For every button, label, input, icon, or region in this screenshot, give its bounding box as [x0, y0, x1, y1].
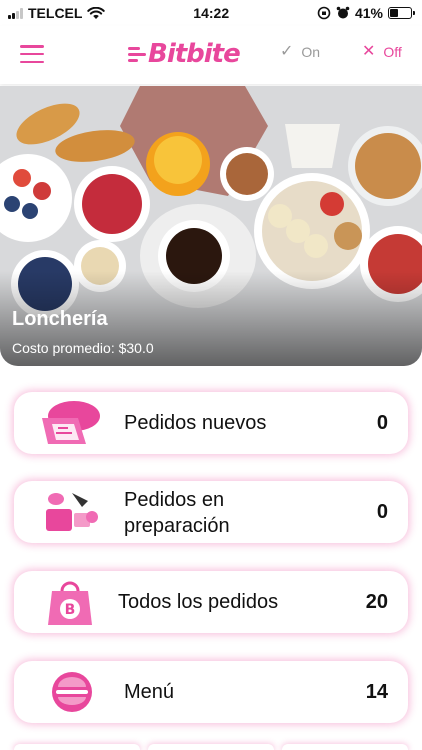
menu-card[interactable]: Menú 14: [14, 661, 408, 723]
next-cards-peek: [0, 744, 422, 750]
orders-in-preparation-label: Pedidos en preparación: [124, 489, 230, 537]
alarm-icon: [336, 6, 350, 19]
status-bar: TELCEL 14:22 41%: [0, 0, 422, 26]
toggle-off-button[interactable]: ✕ Off: [362, 43, 402, 61]
new-orders-label: Pedidos nuevos: [124, 412, 267, 434]
carrier-name: TELCEL: [28, 5, 83, 21]
svg-text:B: B: [65, 602, 76, 618]
hamburger-menu-icon[interactable]: [20, 45, 44, 63]
menu-burger-icon: [52, 672, 92, 712]
new-orders-card[interactable]: Pedidos nuevos 0: [14, 392, 408, 454]
app-header: Bitbite ✓ On ✕ Off: [0, 26, 422, 84]
battery-level: [389, 9, 399, 17]
check-icon: ✓: [280, 43, 294, 60]
new-orders-count: 0: [376, 411, 388, 434]
menu-count: 14: [365, 680, 388, 703]
app-logo: Bitbite: [128, 38, 241, 70]
close-icon: ✕: [362, 43, 376, 60]
toggle-on-button[interactable]: ✓ On: [280, 43, 321, 61]
toggle-off-label: Off: [383, 44, 402, 60]
toggle-on-label: On: [301, 44, 321, 60]
battery-percent: 41%: [354, 5, 383, 21]
menu-label: Menú: [124, 681, 175, 703]
restaurant-hero[interactable]: Lonchería Costo promedio: $30.0: [0, 86, 422, 366]
orders-in-preparation-card[interactable]: Pedidos en preparación 0: [14, 481, 408, 543]
all-orders-card[interactable]: B Todos los pedidos 20: [14, 571, 408, 633]
logo-speed-lines: [128, 46, 146, 62]
restaurant-name: Lonchería: [12, 308, 108, 330]
all-orders-count: 20: [365, 590, 388, 613]
all-orders-label: Todos los pedidos: [118, 591, 279, 613]
cooking-icon: [46, 493, 98, 531]
battery-icon: [387, 7, 415, 19]
average-cost: Costo promedio: $30.0: [12, 340, 154, 356]
new-orders-icon: [42, 401, 100, 444]
status-right: 41%: [317, 5, 415, 21]
signal-icon: [8, 7, 23, 19]
orientation-lock-icon: [317, 6, 331, 20]
logo-text: Bitbite: [148, 39, 241, 69]
clock: 14:22: [193, 5, 230, 21]
wifi-icon: [87, 6, 106, 19]
status-left: TELCEL: [8, 5, 106, 21]
orders-in-preparation-count: 0: [376, 500, 388, 523]
shopping-bag-icon: B: [48, 581, 92, 625]
